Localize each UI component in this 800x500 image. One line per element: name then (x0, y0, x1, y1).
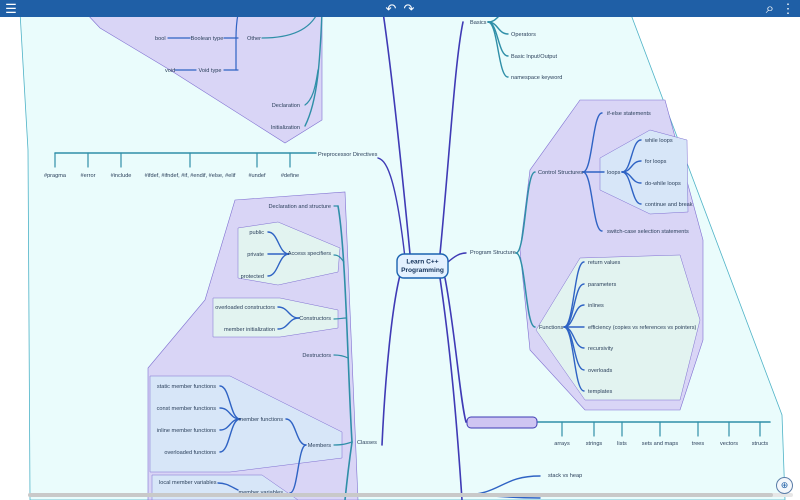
app-toolbar: ☰ ↶ ↷ ⌕ ⋮ (0, 0, 800, 17)
topic-do-while-loops[interactable]: do-while loops (645, 181, 681, 187)
topic-recursivity[interactable]: recursivity (588, 346, 613, 352)
topic-program-structure[interactable]: Program Structure (470, 250, 516, 256)
topic-parameters[interactable]: parameters (588, 282, 616, 288)
topic-templates[interactable]: templates (588, 389, 612, 395)
topic-inlines[interactable]: inlines (588, 303, 604, 309)
topic-static-member-functions[interactable]: static member functions (157, 384, 216, 390)
topic-pp-define[interactable]: #define (281, 173, 299, 179)
topic-overloaded-functions[interactable]: overloaded functions (164, 450, 216, 456)
topic-basics[interactable]: Basics (470, 20, 487, 26)
horizontal-scrollbar[interactable] (28, 493, 793, 497)
topic-inline-member-functions[interactable]: inline member functions (157, 428, 216, 434)
topic-arrays[interactable]: arrays (554, 441, 570, 447)
topic-efficiency-copies-vs-references-vs-pointers[interactable]: efficiency (copies vs references vs poin… (588, 325, 697, 331)
topic-local-member-variables[interactable]: local member variables (159, 480, 217, 486)
topic-switch-case[interactable]: switch-case selection statements (607, 229, 689, 235)
topic-boolean-type[interactable]: Boolean type (191, 36, 224, 42)
topic-pp-error[interactable]: #error (81, 173, 96, 179)
topic-loops[interactable]: loops (607, 170, 621, 176)
topic-control-structures[interactable]: Control Structures (538, 170, 583, 176)
root-node[interactable]: Learn C++ Programming (396, 253, 449, 279)
menu-icon[interactable]: ☰ (4, 0, 18, 17)
more-options-icon[interactable]: ⋮ (781, 0, 795, 17)
topic-lists[interactable]: lists (617, 441, 627, 447)
topic-constructors[interactable]: Constructors (299, 316, 331, 322)
topic-void[interactable]: void (165, 68, 175, 74)
mind-map-canvas[interactable]: Declaration Initialization Other Boolean ty… (0, 0, 800, 500)
root-label-line1: Learn C++ (406, 259, 438, 266)
redo-icon[interactable]: ↷ (402, 0, 416, 17)
topic-initialization[interactable]: Initialization (271, 125, 300, 131)
topic-const-member-functions[interactable]: const member functions (157, 406, 217, 412)
topic-sets-and-maps[interactable]: sets and maps (642, 441, 679, 447)
topic-classes[interactable]: Classes (357, 440, 377, 446)
topic-destructors[interactable]: Destructors (302, 353, 331, 359)
topic-access-public[interactable]: public (249, 230, 264, 236)
topic-members[interactable]: Members (308, 443, 332, 449)
topic-strings[interactable]: strings (586, 441, 603, 447)
topic-operators[interactable]: Operators (511, 32, 536, 38)
topic-declaration-structure[interactable]: Declaration and structure (269, 204, 332, 210)
topic-while-loops[interactable]: while loops (644, 138, 673, 144)
topic-stack-vs-heap[interactable]: stack vs heap (548, 473, 582, 479)
topic-return-values[interactable]: return values (588, 260, 621, 266)
topic-pp-ifdef-ifndef-if-endif-else-elif[interactable]: #ifdef, #ifndef, #if, #endif, #else, #el… (145, 173, 236, 179)
topic-void-type[interactable]: Void type (198, 68, 221, 74)
topic-continue-and-break[interactable]: continue and break (645, 202, 693, 208)
topic-pp-pragma[interactable]: #pragma (44, 173, 67, 179)
topic-if-else-statements[interactable]: if-else statements (607, 111, 651, 117)
topic-for-loops[interactable]: for loops (645, 159, 667, 165)
topic-structs[interactable]: structs (752, 441, 769, 447)
zoom-fit-icon[interactable]: ⊕ (776, 477, 793, 494)
topic-overloads[interactable]: overloads (588, 368, 612, 374)
topic-functions[interactable]: Functions (539, 325, 563, 331)
topic-pp-undef[interactable]: #undef (248, 173, 266, 179)
root-label-line2: Programming (401, 267, 444, 274)
topic-access-protected[interactable]: protected (241, 274, 264, 280)
topic-preprocessor-directives[interactable]: Preprocessor Directives (318, 152, 378, 158)
topic-bool[interactable]: bool (155, 36, 166, 42)
topic-access-private[interactable]: private (247, 252, 264, 258)
topic-other[interactable]: Other (247, 36, 261, 42)
topic-member-functions[interactable]: member functions (239, 417, 284, 423)
topic-pp-include[interactable]: #include (111, 173, 132, 179)
scrollbar-thumb[interactable] (28, 493, 773, 497)
topic-overloaded-constructors[interactable]: overloaded constructors (215, 305, 275, 311)
undo-icon[interactable]: ↶ (384, 0, 398, 17)
topic-member-initialization[interactable]: member initialization (224, 327, 275, 333)
topic-basic-input-output[interactable]: Basic Input/Output (511, 54, 557, 60)
search-icon[interactable]: ⌕ (763, 0, 777, 17)
topic-access-specifiers[interactable]: Access specifiers (288, 251, 331, 257)
topic-trees[interactable]: trees (692, 441, 705, 447)
compound-data-node[interactable] (466, 416, 538, 429)
topic-namespace-keyword[interactable]: namespace keyword (511, 75, 562, 81)
topic-vectors[interactable]: vectors (720, 441, 738, 447)
topic-declaration[interactable]: Declaration (272, 103, 300, 109)
